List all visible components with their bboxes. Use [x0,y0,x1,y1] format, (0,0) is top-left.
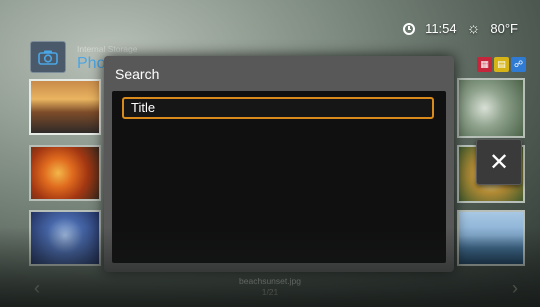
close-icon: ✕ [488,148,510,176]
sun-icon: ☼ [466,20,481,37]
clock-icon [403,22,416,35]
dialog-title: Search [115,66,160,82]
storage-label: Internal Storage [77,44,138,54]
file-name: beachsunset.jpg [239,276,301,286]
photo-thumbnail[interactable] [457,78,525,138]
close-button[interactable]: ✕ [476,139,522,185]
time-display: 11:54 [425,21,457,36]
search-options-list: Title [112,91,446,263]
photo-thumbnail[interactable] [29,210,101,266]
camera-icon [30,41,66,73]
search-dialog: Search Title [104,56,454,272]
color-key-buttons: ▦ ▤ ☍ [477,57,526,72]
photo-thumbnail[interactable] [457,210,525,266]
red-key-button[interactable]: ▦ [477,57,492,72]
page-count: 1/21 [261,287,279,297]
yellow-key-button[interactable]: ▤ [494,57,509,72]
status-bar: 11:54 ☼ 80°F [403,21,518,36]
chevron-right-icon[interactable]: › [512,279,518,297]
blue-key-button[interactable]: ☍ [511,57,526,72]
photo-thumbnail[interactable] [29,79,101,135]
chevron-left-icon[interactable]: ‹ [34,279,40,297]
photo-thumbnail[interactable] [29,145,101,201]
search-option-title[interactable]: Title [122,97,434,119]
background: 11:54 ☼ 80°F Internal Storage Photo ▦ ▤ … [0,0,540,307]
temperature-display: 80°F [490,21,518,36]
